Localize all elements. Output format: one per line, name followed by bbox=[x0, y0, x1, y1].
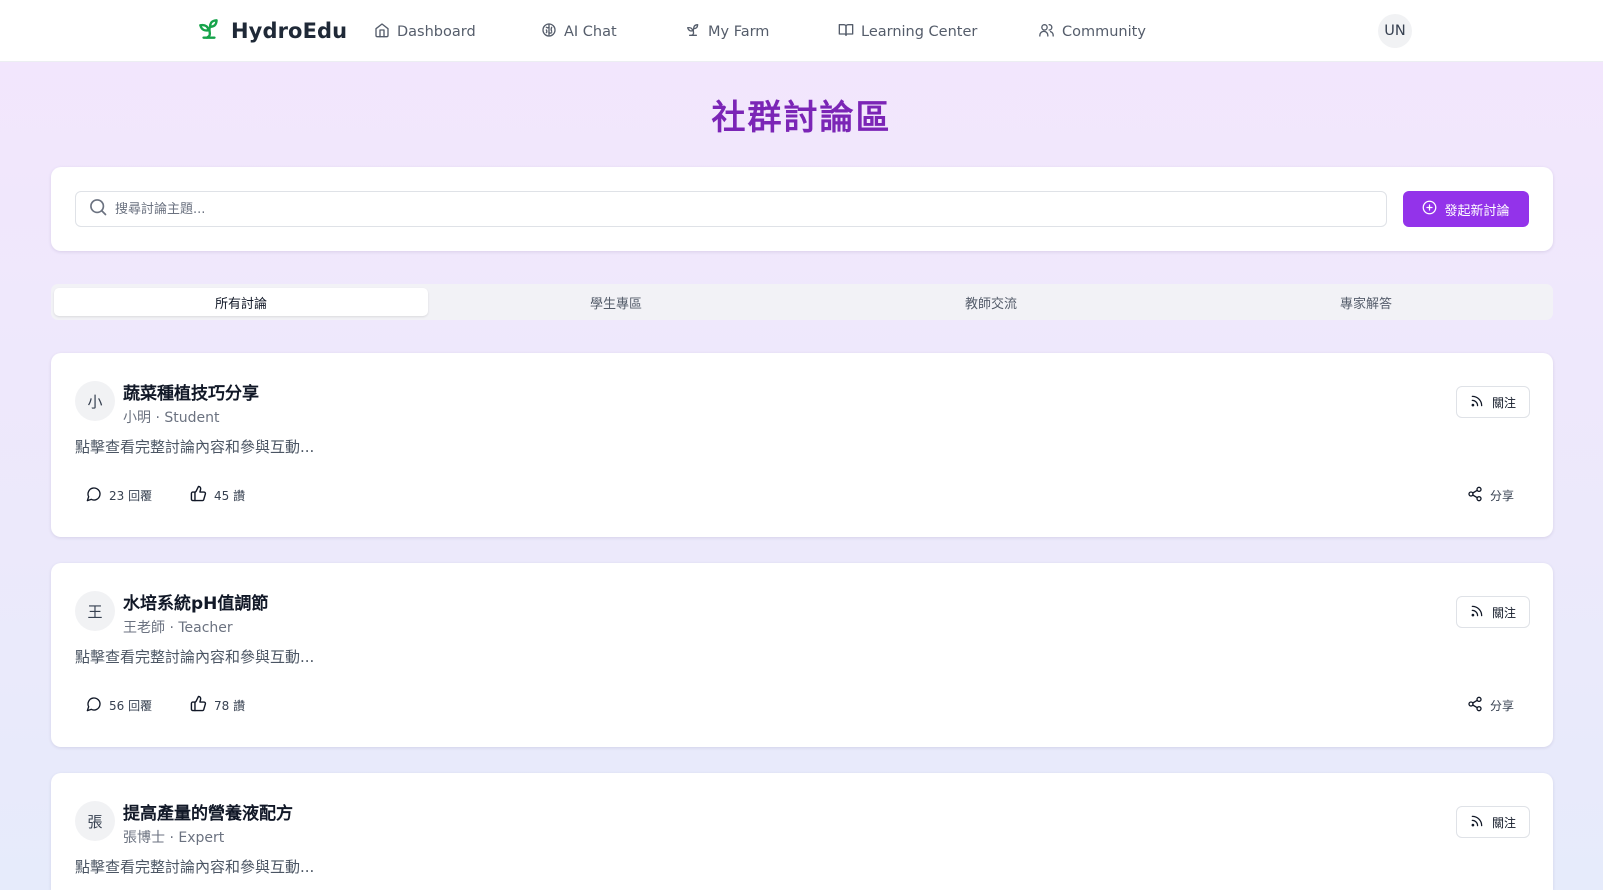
plus-circle-icon bbox=[1422, 200, 1437, 219]
author-avatar: 張 bbox=[75, 801, 115, 841]
page-title: 社群討論區 bbox=[711, 98, 892, 138]
share-icon bbox=[1467, 696, 1483, 715]
nav-learning-center-label: Learning Center bbox=[861, 24, 978, 40]
post-card[interactable]: 小 蔬菜種植技巧分享 小明 · Student 點擊查看完整討論內容和參與互動.… bbox=[51, 353, 1553, 537]
tab-all-discussions[interactable]: 所有討論 bbox=[54, 288, 428, 316]
share-label: 分享 bbox=[1490, 488, 1515, 503]
book-open-icon bbox=[838, 22, 854, 42]
share-button[interactable]: 分享 bbox=[1467, 484, 1514, 506]
follow-label: 關注 bbox=[1491, 815, 1516, 830]
search-input[interactable] bbox=[115, 201, 1355, 217]
tab-teacher-exchange[interactable]: 教師交流 bbox=[804, 288, 1178, 316]
likes-count: 78 讚 bbox=[214, 698, 246, 713]
author-avatar: 小 bbox=[75, 381, 115, 421]
search-box[interactable] bbox=[75, 191, 1387, 227]
post-description: 點擊查看完整討論內容和參與互動... bbox=[75, 438, 315, 456]
rss-icon bbox=[1470, 394, 1484, 411]
replies-count: 56 回覆 bbox=[109, 698, 153, 713]
replies-button[interactable]: 23 回覆 bbox=[86, 484, 152, 506]
nav-my-farm[interactable]: My Farm bbox=[685, 19, 769, 45]
nav-community[interactable]: Community bbox=[1038, 19, 1146, 45]
sprout-icon bbox=[685, 22, 701, 42]
nav-community-label: Community bbox=[1062, 24, 1146, 40]
likes-count: 45 讚 bbox=[214, 488, 246, 503]
replies-count: 23 回覆 bbox=[109, 488, 153, 503]
share-icon bbox=[1467, 486, 1483, 505]
search-card: 發起新討論 bbox=[51, 167, 1553, 251]
nav-dashboard[interactable]: Dashboard bbox=[374, 19, 476, 45]
follow-label: 關注 bbox=[1491, 605, 1516, 620]
like-button[interactable]: 45 讚 bbox=[190, 484, 245, 506]
brand-logo[interactable]: HydroEdu bbox=[196, 14, 347, 48]
new-discussion-label: 發起新討論 bbox=[1444, 203, 1510, 219]
top-navbar: HydroEdu Dashboard AI Chat My Farm Learn… bbox=[0, 0, 1603, 62]
new-discussion-button[interactable]: 發起新討論 bbox=[1403, 191, 1529, 227]
nav-learning-center[interactable]: Learning Center bbox=[838, 19, 977, 45]
post-card[interactable]: 王 水培系統pH值調節 王老師 · Teacher 點擊查看完整討論內容和參與互… bbox=[51, 563, 1553, 747]
post-card[interactable]: 張 提高產量的營養液配方 張博士 · Expert 點擊查看完整討論內容和參與互… bbox=[51, 773, 1553, 890]
post-title[interactable]: 提高產量的營養液配方 bbox=[123, 799, 293, 824]
discussion-tabs: 所有討論 學生專區 教師交流 專家解答 bbox=[51, 284, 1553, 320]
post-author-meta: 小明 · Student bbox=[123, 410, 220, 426]
tab-expert-answers[interactable]: 專家解答 bbox=[1179, 288, 1553, 316]
tab-student-zone[interactable]: 學生專區 bbox=[429, 288, 803, 316]
users-icon bbox=[1038, 22, 1055, 42]
nav-ai-chat[interactable]: AI Chat bbox=[541, 19, 617, 45]
post-description: 點擊查看完整討論內容和參與互動... bbox=[75, 858, 315, 876]
share-label: 分享 bbox=[1490, 698, 1515, 713]
rss-icon bbox=[1470, 604, 1484, 621]
like-button[interactable]: 78 讚 bbox=[190, 694, 245, 716]
thumbs-up-icon bbox=[190, 485, 207, 505]
nav-ai-chat-label: AI Chat bbox=[564, 24, 617, 40]
home-icon bbox=[374, 22, 390, 42]
follow-label: 關注 bbox=[1491, 395, 1516, 410]
search-icon bbox=[88, 197, 108, 221]
brain-icon bbox=[541, 22, 557, 42]
replies-button[interactable]: 56 回覆 bbox=[86, 694, 152, 716]
nav-dashboard-label: Dashboard bbox=[397, 24, 476, 40]
message-circle-icon bbox=[86, 486, 102, 505]
follow-button[interactable]: 關注 bbox=[1456, 806, 1530, 838]
author-avatar: 王 bbox=[75, 591, 115, 631]
thumbs-up-icon bbox=[190, 695, 207, 715]
message-circle-icon bbox=[86, 696, 102, 715]
follow-button[interactable]: 關注 bbox=[1456, 596, 1530, 628]
share-button[interactable]: 分享 bbox=[1467, 694, 1514, 716]
brand-name: HydroEdu bbox=[231, 19, 348, 43]
user-avatar[interactable]: UN bbox=[1378, 14, 1412, 48]
post-title[interactable]: 水培系統pH值調節 bbox=[123, 589, 268, 614]
post-description: 點擊查看完整討論內容和參與互動... bbox=[75, 648, 315, 666]
sprout-icon bbox=[196, 16, 222, 46]
post-author-meta: 張博士 · Expert bbox=[123, 830, 225, 846]
nav-my-farm-label: My Farm bbox=[708, 24, 770, 40]
post-author-meta: 王老師 · Teacher bbox=[123, 620, 233, 636]
post-title[interactable]: 蔬菜種植技巧分享 bbox=[123, 379, 259, 404]
follow-button[interactable]: 關注 bbox=[1456, 386, 1530, 418]
rss-icon bbox=[1470, 814, 1484, 831]
